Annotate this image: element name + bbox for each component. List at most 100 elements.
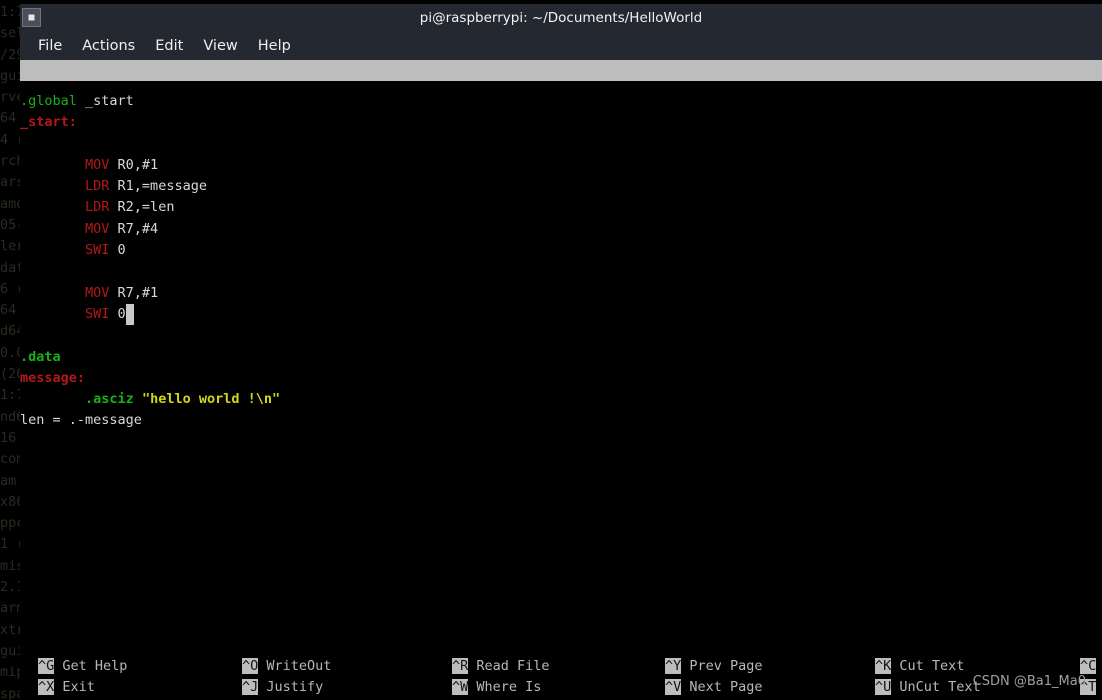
code-line: len = .-message	[20, 410, 1102, 431]
background-terminal-line: 1 (6.2.10+ds-2+b1) ...	[0, 536, 20, 553]
shortcut-item[interactable]: ^X Exit	[38, 677, 127, 698]
code-token: .global	[20, 93, 77, 109]
shortcut-key: ^U	[875, 679, 892, 696]
background-terminal-left-strip: 1:7.0+dfsg-7+b1) ... selected package qem…	[0, 0, 20, 700]
background-terminal-strip-lines: 1:7.0+dfsg-7+b1) ... selected package qem…	[0, 0, 20, 700]
background-terminal-line: ppc (1:7.0+dfsg-7+b1) ...	[0, 515, 20, 532]
code-token: message:	[20, 369, 86, 386]
shortcut-label: Read File	[468, 658, 550, 674]
shortcut-key: ^X	[38, 679, 55, 696]
shortcut-item[interactable]: ^O WriteOut	[242, 656, 331, 677]
nano-header-bar: GNU nano 2.2.6 File: HelloWorld.s	[20, 60, 1102, 81]
code-line: _start:	[20, 112, 1102, 133]
shortcut-key: ^K	[875, 658, 892, 674]
menu-item-actions[interactable]: Actions	[72, 36, 145, 56]
watermark-label: CSDN @Ba1_Ma0	[972, 673, 1086, 689]
background-terminal-line: data (1:7.0+dfsg-7+b1) ...	[0, 259, 20, 276]
background-terminal-line: 2.10+ds-2+b1) ...	[0, 579, 20, 596]
shortcut-item[interactable]: ^W Where Is	[452, 677, 550, 698]
background-terminal-line: sparc (1:7.0+dfsg-7+b1) ...	[0, 685, 20, 700]
code-token: R7,#1	[109, 284, 159, 301]
code-line: .global _start	[20, 91, 1102, 112]
shortcut-item[interactable]: ^K Cut Text	[875, 656, 981, 677]
shortcut-key: ^J	[242, 679, 259, 696]
background-terminal-line: amd64 (1:2.0.9-1) ...	[0, 195, 20, 212]
code-token: .asciz	[85, 391, 134, 408]
background-terminal-line: 64 (1.3-2) ...	[0, 110, 17, 127]
background-terminal-line: 4 (2022.05-2) ...	[0, 131, 20, 148]
code-token: 0	[109, 305, 126, 322]
shortcut-key: ^G	[38, 658, 55, 674]
shortcut-label: UnCut Text	[891, 679, 981, 696]
shortcut-item[interactable]: ^U UnCut Text	[875, 677, 981, 698]
shortcut-column: ^Y Prev Page ^V Next Page	[665, 656, 763, 699]
code-token: len = .-message	[20, 412, 142, 429]
code-line: SWI 0	[20, 303, 1102, 326]
code-token: LDR	[85, 199, 110, 216]
shortcut-key: ^V	[665, 679, 682, 696]
background-terminal-line: mips (1:7.0+dfsg-7+b1) ...	[0, 664, 20, 681]
shortcut-column: ^O WriteOut ^J Justify	[242, 656, 331, 699]
shortcut-item[interactable]: ^V Next Page	[665, 677, 763, 698]
code-line: LDR R2,=len	[20, 197, 1102, 218]
background-terminal-line: arm (1:7.0+dfsg-7+b1) ...	[0, 600, 20, 617]
shortcut-label: Cur	[1096, 658, 1102, 674]
code-line: MOV R7,#1	[20, 283, 1102, 304]
code-token: MOV	[85, 284, 110, 301]
background-terminal-line: /29-qemu-system-gui_1%3a7.0+dfsg-7+b1_am…	[0, 46, 20, 63]
shortcut-label: Justify	[258, 679, 324, 696]
background-terminal-line: rver1:amd64 (2.34-4) ...	[0, 89, 20, 106]
code-token: _start:	[20, 114, 77, 131]
code-token: R2,=len	[109, 199, 175, 216]
code-token: R0,#1	[109, 156, 159, 173]
shortcut-item[interactable]: ^Y Prev Page	[665, 656, 763, 677]
code-line: .asciz "hello world !\n"	[20, 389, 1102, 410]
shortcut-item[interactable]: ^R Read File	[452, 656, 550, 677]
background-terminal-line: gui (1:7.0+dfsg-7+b1) ...	[0, 67, 20, 84]
shortcut-column: ^K Cut Text ^U UnCut Text	[875, 656, 981, 699]
background-terminal-line: 05-2) ...	[0, 216, 20, 233]
shortcut-label: WriteOut	[258, 658, 332, 674]
shortcut-item[interactable]: ^G Get Help	[38, 656, 127, 677]
background-terminal-line: gui (1:7.0+dfsg-7+b1) ...	[0, 642, 20, 659]
code-token: R1,=message	[109, 178, 207, 195]
code-text-area[interactable]: .global _start _start: MOV R0,#1 LDR R1,=…	[20, 81, 1102, 432]
code-line: MOV R7,#4	[20, 219, 1102, 240]
background-terminal-line: xtra (1:7.0+dfsg-7+b1) ...	[0, 621, 20, 638]
code-line: LDR R1,=message	[20, 176, 1102, 197]
nano-shortcut-bar: ^G Get Help ^X Exit ^O WriteOut ^J Justify ^…	[20, 656, 1102, 700]
background-terminal-line: 1:7.0+dfsg-7+b1) ...	[0, 4, 20, 20]
background-terminal-line: selected package qemu-system-gui.	[0, 25, 20, 42]
menu-item-edit[interactable]: Edit	[145, 36, 193, 56]
code-token: MOV	[85, 220, 110, 237]
shortcut-label: Where Is	[468, 679, 542, 696]
shortcut-label: Cut Text	[891, 658, 965, 674]
menu-item-help[interactable]: Help	[248, 36, 301, 56]
window-title: pi@raspberrypi: ~/Documents/HelloWorld	[419, 10, 703, 26]
shortcut-key: ^R	[452, 658, 469, 674]
code-token: MOV	[85, 156, 110, 173]
shortcut-column: ^G Get Help ^X Exit	[38, 656, 127, 699]
background-terminal-line: x86 (1:7.0+dfsg-7+b1) ...	[0, 493, 20, 510]
code-line: .data	[20, 347, 1102, 368]
background-terminal-line: 1:7.0+dfsg-7+b1) ...	[0, 387, 20, 404]
code-token: SWI	[85, 305, 110, 322]
code-token: .data	[20, 348, 61, 365]
nano-editor[interactable]: GNU nano 2.2.6 File: HelloWorld.s .globa…	[20, 60, 1102, 700]
window-titlebar: ■ pi@raspberrypi: ~/Documents/HelloWorld	[20, 4, 1102, 32]
terminal-window: ■ pi@raspberrypi: ~/Documents/HelloWorld…	[20, 4, 1102, 700]
shortcut-key: ^W	[452, 679, 469, 696]
code-token: _start	[76, 93, 134, 109]
menu-item-file[interactable]: File	[28, 36, 72, 56]
screen-root: 1:7.0+dfsg-7+b1) ... selected package qem…	[0, 0, 1102, 700]
menu-item-view[interactable]: View	[193, 36, 247, 56]
shortcut-item[interactable]: ^J Justify	[242, 677, 331, 698]
